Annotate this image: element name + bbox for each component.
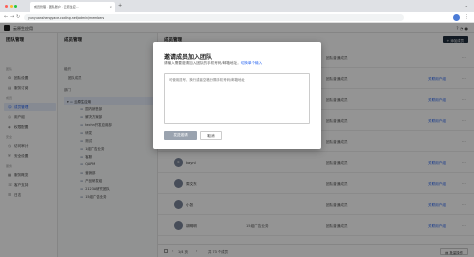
dialog-description: 请输入需要邀请加入团队的手机号码/邮箱地址，切换单个输入 <box>164 61 262 66</box>
url-input[interactable]: yunyuanshengyace.coding.net/admin/member… <box>24 14 404 21</box>
window-controls <box>5 4 19 9</box>
tab-close-icon[interactable]: × <box>109 5 112 9</box>
maximize-window-button[interactable] <box>14 5 17 8</box>
profile-avatar[interactable] <box>453 14 460 21</box>
address-bar: ← → ↻ yunyuanshengyace.coding.net/admin/… <box>0 12 474 23</box>
minimize-window-button[interactable] <box>9 5 13 8</box>
browser-tab[interactable]: 成员管理 · 团队账户 · 云原生应... × <box>30 2 115 12</box>
send-invite-button[interactable]: 发送邀请 <box>164 131 197 140</box>
dialog-title: 邀请成员加入团队 <box>164 54 213 61</box>
tab-bar: 成员管理 · 团队账户 · 云原生应... × + ⌄ <box>0 0 474 12</box>
close-window-button[interactable] <box>5 5 8 8</box>
switch-single-input-link[interactable]: 切换单个输入 <box>241 61 263 65</box>
cancel-button[interactable]: 取消 <box>200 131 222 140</box>
back-icon[interactable]: ← <box>4 14 8 20</box>
reload-icon[interactable]: ↻ <box>16 14 20 20</box>
invite-dialog: 邀请成员加入团队 请输入需要邀请加入团队的手机号码/邮箱地址，切换单个输入 发送… <box>153 42 321 149</box>
browser-menu-icon[interactable]: ⋮ <box>464 14 469 20</box>
forward-icon[interactable]: → <box>10 14 14 20</box>
new-tab-button[interactable]: + <box>118 3 122 9</box>
dialog-description-text: 请输入需要邀请加入团队的手机号码/邮箱地址， <box>164 61 241 65</box>
tab-list-icon[interactable]: ⌄ <box>465 3 468 8</box>
invite-contacts-input[interactable] <box>164 73 310 124</box>
tab-title: 成员管理 · 团队账户 · 云原生应... <box>34 5 79 9</box>
